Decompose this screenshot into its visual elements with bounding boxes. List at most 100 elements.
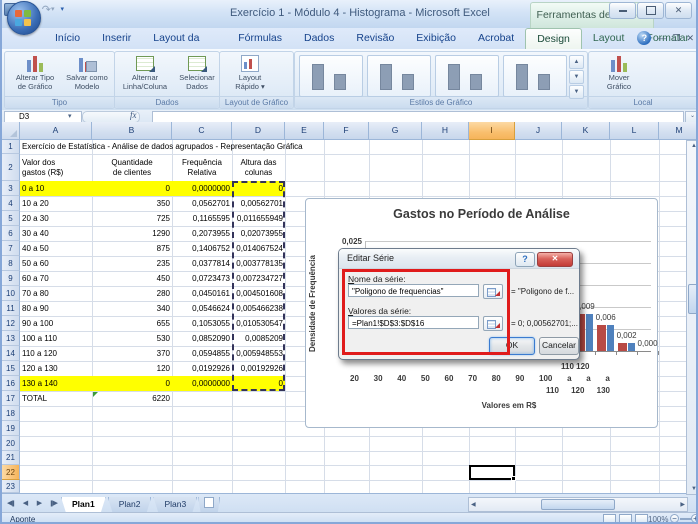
row-header-15[interactable]: 15 <box>2 361 20 376</box>
tab-design[interactable]: Design <box>525 28 582 49</box>
row-header-7[interactable]: 7 <box>2 241 20 256</box>
cell[interactable]: 0,0723473 <box>172 271 232 286</box>
cell[interactable]: 0,0852090 <box>172 331 232 346</box>
button-alternar[interactable]: Alternar Linha/Coluna <box>118 54 172 96</box>
cell[interactable]: 0,0594855 <box>172 346 232 361</box>
vertical-scroll-thumb[interactable] <box>688 284 698 314</box>
row-header-22[interactable]: 22 <box>2 465 20 480</box>
bar-altura-das-colunas[interactable] <box>597 325 606 351</box>
tab-inserir[interactable]: Inserir <box>91 28 142 49</box>
row-header-20[interactable]: 20 <box>2 436 20 451</box>
cell[interactable]: 280 <box>92 286 172 301</box>
help-icon[interactable]: ? <box>637 31 651 45</box>
tab-layout-da-página[interactable]: Layout da Página <box>142 28 227 49</box>
cell[interactable]: 100 a 110 <box>20 331 92 346</box>
cell[interactable]: 110 a 120 <box>20 346 92 361</box>
last-sheet-icon[interactable]: ▐▶ <box>47 497 60 510</box>
button-alterar-tipo[interactable]: Alterar Tipo de Gráfico <box>8 54 62 96</box>
tab-início[interactable]: Início <box>44 28 91 49</box>
cell[interactable]: 0,0546624 <box>172 301 232 316</box>
cell[interactable]: 235 <box>92 256 172 271</box>
cell[interactable]: 0 a 10 <box>20 181 92 196</box>
scroll-up-icon[interactable]: ▲ <box>687 143 698 149</box>
cell[interactable]: TOTAL <box>20 391 92 406</box>
gallery-down-icon[interactable]: ▼ <box>569 70 584 84</box>
cell[interactable]: 20 a 30 <box>20 211 92 226</box>
cell[interactable]: 0 <box>92 376 172 391</box>
workbook-restore-icon[interactable]: ❐ <box>672 31 680 45</box>
close-icon[interactable]: ✕ <box>665 2 692 19</box>
select-all-corner[interactable] <box>2 122 20 140</box>
cell[interactable]: 80 a 90 <box>20 301 92 316</box>
tab-exibição[interactable]: Exibição <box>405 28 467 49</box>
cell[interactable]: 0,1165595 <box>172 211 232 226</box>
first-sheet-icon[interactable]: ◀▌ <box>5 497 18 510</box>
cell[interactable]: 60 a 70 <box>20 271 92 286</box>
zoom-out-icon[interactable]: − <box>670 514 679 523</box>
row-header-19[interactable]: 19 <box>2 421 20 436</box>
workbook-close-icon[interactable]: ✕ <box>686 31 694 45</box>
cell[interactable]: Altura das colunas <box>232 154 285 181</box>
cell[interactable]: 0,0192926 <box>172 361 232 376</box>
row-header-10[interactable]: 10 <box>2 286 20 301</box>
sheet-title-cell[interactable]: Exercício de Estatística - Análise de da… <box>20 140 420 154</box>
workbook-minimize-icon[interactable]: — <box>657 31 666 45</box>
dialog-close-icon[interactable]: ✕ <box>537 252 573 267</box>
row-header-13[interactable]: 13 <box>2 331 20 346</box>
tab-fórmulas[interactable]: Fórmulas <box>227 28 293 49</box>
cell[interactable]: 0,0000000 <box>172 181 232 196</box>
cell[interactable]: 350 <box>92 196 172 211</box>
cell[interactable]: 0,0377814 <box>172 256 232 271</box>
cell[interactable]: 130 a 140 <box>20 376 92 391</box>
horizontal-scroll-thumb[interactable] <box>541 499 615 510</box>
office-button[interactable] <box>7 1 41 35</box>
bar-poligono-de-frequencias[interactable] <box>628 343 635 351</box>
insert-function-icon[interactable]: fx <box>130 110 137 120</box>
scroll-down-icon[interactable]: ▼ <box>691 486 697 492</box>
cell[interactable]: 50 a 60 <box>20 256 92 271</box>
cell[interactable]: 0,1406752 <box>172 241 232 256</box>
column-header-K[interactable]: K <box>562 122 610 140</box>
row-header-18[interactable]: 18 <box>2 406 20 421</box>
column-header-J[interactable]: J <box>515 122 562 140</box>
maximize-icon[interactable] <box>637 2 664 19</box>
column-header-L[interactable]: L <box>610 122 659 140</box>
cell[interactable]: 725 <box>92 211 172 226</box>
cell[interactable]: 1290 <box>92 226 172 241</box>
qat-customize-icon[interactable]: ▾ <box>58 1 66 17</box>
row-header-5[interactable]: 5 <box>2 211 20 226</box>
column-header-B[interactable]: B <box>92 122 172 140</box>
tab-layout[interactable]: Layout <box>582 28 636 49</box>
chart-style-thumbnail-4[interactable] <box>503 55 567 97</box>
cancel-button[interactable]: Cancelar <box>539 337 579 355</box>
column-header-G[interactable]: G <box>369 122 422 140</box>
scroll-right-icon[interactable]: ▶ <box>680 501 685 508</box>
next-sheet-icon[interactable]: ▶ <box>33 497 46 510</box>
scroll-left-icon[interactable]: ◀ <box>471 501 476 508</box>
tab-acrobat[interactable]: Acrobat <box>467 28 525 49</box>
horizontal-scrollbar[interactable]: ◀ ▶ <box>468 497 688 512</box>
cell[interactable]: Frequência Relativa <box>172 154 232 181</box>
chart-style-thumbnail-1[interactable] <box>299 55 363 97</box>
bar-altura-das-colunas[interactable] <box>618 343 627 351</box>
cell[interactable]: 6220 <box>92 391 172 406</box>
column-header-H[interactable]: H <box>422 122 469 140</box>
redo-icon[interactable]: ↷▾ <box>40 1 57 17</box>
cell[interactable]: 10 a 20 <box>20 196 92 211</box>
cell[interactable]: 0,2073955 <box>172 226 232 241</box>
dialog-help-icon[interactable]: ? <box>515 252 535 267</box>
row-header-4[interactable]: 4 <box>2 196 20 211</box>
fill-handle[interactable] <box>511 476 516 481</box>
row-header-14[interactable]: 14 <box>2 346 20 361</box>
column-header-F[interactable]: F <box>324 122 369 140</box>
chart-style-thumbnail-3[interactable] <box>435 55 499 97</box>
cell[interactable]: 30 a 40 <box>20 226 92 241</box>
button-layout[interactable]: Layout Rápido ▾ <box>223 54 277 96</box>
cell[interactable]: 450 <box>92 271 172 286</box>
column-header-D[interactable]: D <box>232 122 285 140</box>
button-mover[interactable]: Mover Gráfico <box>592 54 646 96</box>
column-header-A[interactable]: A <box>20 122 92 140</box>
row-header-17[interactable]: 17 <box>2 391 20 406</box>
column-header-I[interactable]: I <box>469 122 515 140</box>
minimize-icon[interactable] <box>609 2 636 19</box>
